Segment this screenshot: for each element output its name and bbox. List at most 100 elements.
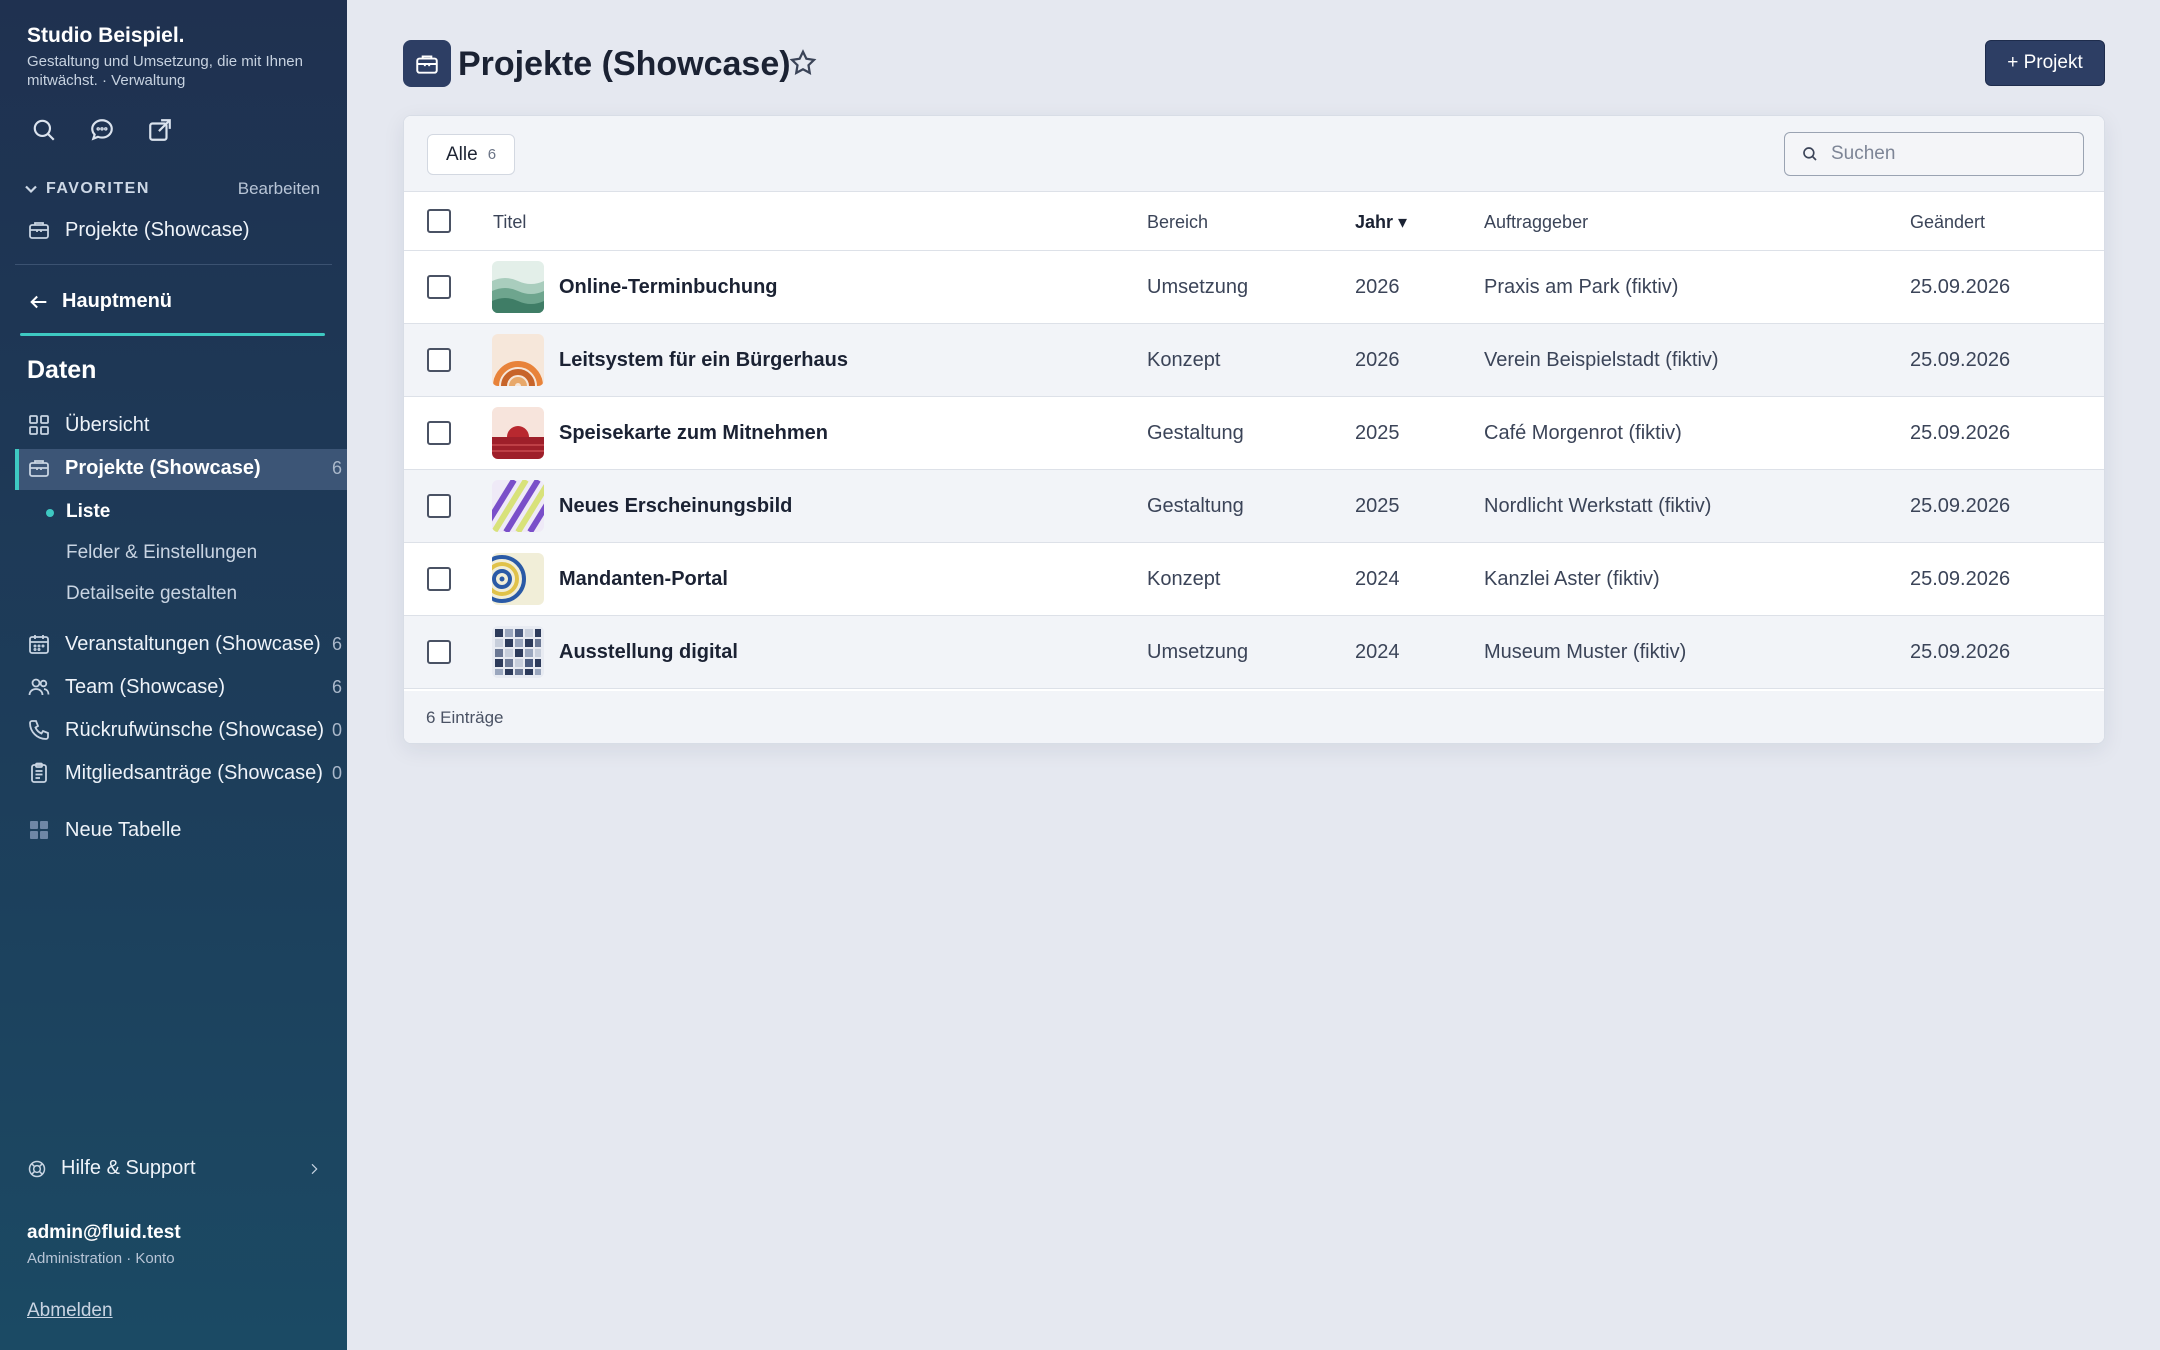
sidebar-item-veranstaltungen[interactable]: Veranstaltungen (Showcase) 6	[27, 632, 342, 656]
external-link-icon[interactable]	[146, 116, 174, 144]
sidebar-item-label: Übersicht	[65, 413, 150, 436]
favorites-header: FAVORITEN Bearbeiten	[24, 179, 320, 199]
briefcase-icon	[416, 54, 438, 74]
table-row[interactable]: Mandanten-Portal Konzept 2024 Kanzlei As…	[404, 543, 2104, 616]
row-year: 2025	[1355, 495, 1400, 517]
sidebar-item-label: Rückrufwünsche (Showcase)	[65, 718, 324, 741]
row-changed: 25.09.2026	[1910, 641, 2011, 663]
search-box	[1784, 132, 2084, 176]
column-header-geaendert[interactable]: Geändert	[1910, 212, 1985, 233]
table-row[interactable]: Leitsystem für ein Bürgerhaus Konzept 20…	[404, 324, 2104, 397]
table-row[interactable]: Online-Terminbuchung Umsetzung 2026 Prax…	[404, 251, 2104, 324]
sidebar-item-label: Projekte (Showcase)	[65, 456, 261, 479]
sidebar-item-mitgliedsantraege[interactable]: Mitgliedsanträge (Showcase) 0	[27, 761, 342, 785]
row-checkbox[interactable]	[427, 567, 451, 591]
row-changed: 25.09.2026	[1910, 422, 2011, 444]
sidebar-section-title: Daten	[27, 356, 97, 384]
sidebar-item-count: 0	[332, 762, 343, 783]
help-support[interactable]: Hilfe & Support	[27, 1157, 322, 1180]
sub-item-detailseite[interactable]: Detailseite gestalten	[66, 583, 237, 605]
filter-all-chip[interactable]: Alle 6	[427, 134, 516, 175]
row-client: Museum Muster (fiktiv)	[1484, 641, 1687, 663]
sidebar-item-count: 6	[332, 457, 343, 478]
row-title[interactable]: Online-Terminbuchung	[559, 276, 778, 299]
table-footer: 6 Einträge	[404, 691, 2104, 743]
sidebar-item-label: Mitgliedsanträge (Showcase)	[65, 761, 323, 784]
favorites-toggle[interactable]: FAVORITEN	[24, 180, 150, 198]
back-label: Hauptmenü	[62, 290, 172, 312]
row-client: Verein Beispielstadt (fiktiv)	[1484, 349, 1719, 371]
row-changed: 25.09.2026	[1910, 276, 2011, 298]
sidebar-item-count: 6	[332, 676, 343, 697]
user-role: Administration · Konto	[27, 1250, 175, 1267]
active-sub-indicator	[46, 509, 54, 517]
column-header-bereich[interactable]: Bereich	[1147, 212, 1208, 233]
table-row[interactable]: Neues Erscheinungsbild Gestaltung 2025 N…	[404, 470, 2104, 543]
favorite-star-icon[interactable]	[788, 48, 818, 78]
waves-thumb	[492, 261, 544, 313]
back-to-main-menu[interactable]: Hauptmenü	[28, 290, 172, 313]
row-year: 2025	[1355, 422, 1400, 444]
chat-icon[interactable]	[88, 116, 116, 144]
search-icon[interactable]	[30, 116, 58, 144]
row-client: Praxis am Park (fiktiv)	[1484, 276, 1679, 298]
row-title[interactable]: Neues Erscheinungsbild	[559, 495, 792, 518]
help-icon	[28, 1160, 46, 1177]
row-area: Konzept	[1147, 349, 1221, 371]
sidebar-item-label: Veranstaltungen (Showcase)	[65, 632, 321, 655]
new-project-button[interactable]: + Projekt	[1985, 40, 2105, 86]
sidebar-item-neue-tabelle[interactable]: Neue Tabelle	[27, 818, 181, 842]
column-header-auftraggeber[interactable]: Auftraggeber	[1484, 212, 1588, 233]
projects-table-card: Alle 6 Titel Bereich Jahr ▾ Auftraggeber…	[403, 115, 2105, 744]
clipboard-icon	[31, 762, 47, 783]
favorite-item-label: Projekte (Showcase)	[65, 218, 250, 241]
sidebar-item-uebersicht[interactable]: Übersicht	[27, 413, 149, 437]
brand-tagline: Gestaltung und Umsetzung, die mit Ihnen …	[27, 53, 303, 89]
row-changed: 25.09.2026	[1910, 495, 2011, 517]
row-checkbox[interactable]	[427, 275, 451, 299]
row-year: 2024	[1355, 641, 1400, 663]
row-title[interactable]: Mandanten-Portal	[559, 568, 728, 591]
select-all-checkbox[interactable]	[427, 209, 451, 233]
row-checkbox[interactable]	[427, 348, 451, 372]
sidebar-item-count: 0	[332, 719, 343, 740]
chevron-right-icon	[311, 1163, 318, 1174]
row-year: 2024	[1355, 568, 1400, 590]
phone-icon	[29, 720, 49, 740]
sidebar-item-label: Team (Showcase)	[65, 675, 226, 698]
brand: Studio Beispiel. Gestaltung und Umsetzun…	[27, 24, 327, 90]
arcs-thumb	[492, 334, 544, 386]
table-plus-icon	[30, 821, 48, 839]
sidebar-item-projekte[interactable]: Projekte (Showcase) 6	[27, 456, 342, 480]
row-title[interactable]: Ausstellung digital	[559, 641, 738, 664]
logout-link[interactable]: Abmelden	[27, 1300, 113, 1322]
brand-name[interactable]: Studio Beispiel.	[27, 24, 327, 48]
user-email: admin@fluid.test	[27, 1222, 181, 1243]
favorites-edit-link[interactable]: Bearbeiten	[238, 179, 320, 199]
table-row[interactable]: Speisekarte zum Mitnehmen Gestaltung 202…	[404, 397, 2104, 470]
page-icon	[403, 40, 451, 87]
filter-count: 6	[487, 146, 497, 163]
column-header-titel[interactable]: Titel	[493, 212, 526, 233]
sidebar-quick-actions	[30, 116, 174, 144]
table-row[interactable]: Ausstellung digital Umsetzung 2024 Museu…	[404, 616, 2104, 689]
sidebar-item-team[interactable]: Team (Showcase) 6	[27, 675, 342, 699]
favorites-title: FAVORITEN	[46, 180, 150, 197]
filter-label: Alle	[446, 143, 478, 165]
sub-item-liste[interactable]: Liste	[66, 501, 110, 523]
search-icon	[1803, 147, 1817, 161]
row-checkbox[interactable]	[427, 494, 451, 518]
sidebar-item-rueckrufwuensche[interactable]: Rückrufwünsche (Showcase) 0	[27, 718, 342, 742]
row-title[interactable]: Speisekarte zum Mitnehmen	[559, 422, 828, 445]
row-title[interactable]: Leitsystem für ein Bürgerhaus	[559, 349, 848, 372]
sub-item-felder[interactable]: Felder & Einstellungen	[66, 542, 257, 564]
row-client: Nordlicht Werkstatt (fiktiv)	[1484, 495, 1712, 517]
search-input[interactable]	[1831, 143, 2061, 165]
column-header-jahr[interactable]: Jahr ▾	[1355, 212, 1407, 233]
sunset-thumb	[492, 407, 544, 459]
row-client: Café Morgenrot (fiktiv)	[1484, 422, 1682, 444]
favorite-item-projekte[interactable]: Projekte (Showcase)	[27, 218, 250, 242]
row-checkbox[interactable]	[427, 421, 451, 445]
row-area: Gestaltung	[1147, 422, 1244, 444]
row-checkbox[interactable]	[427, 640, 451, 664]
